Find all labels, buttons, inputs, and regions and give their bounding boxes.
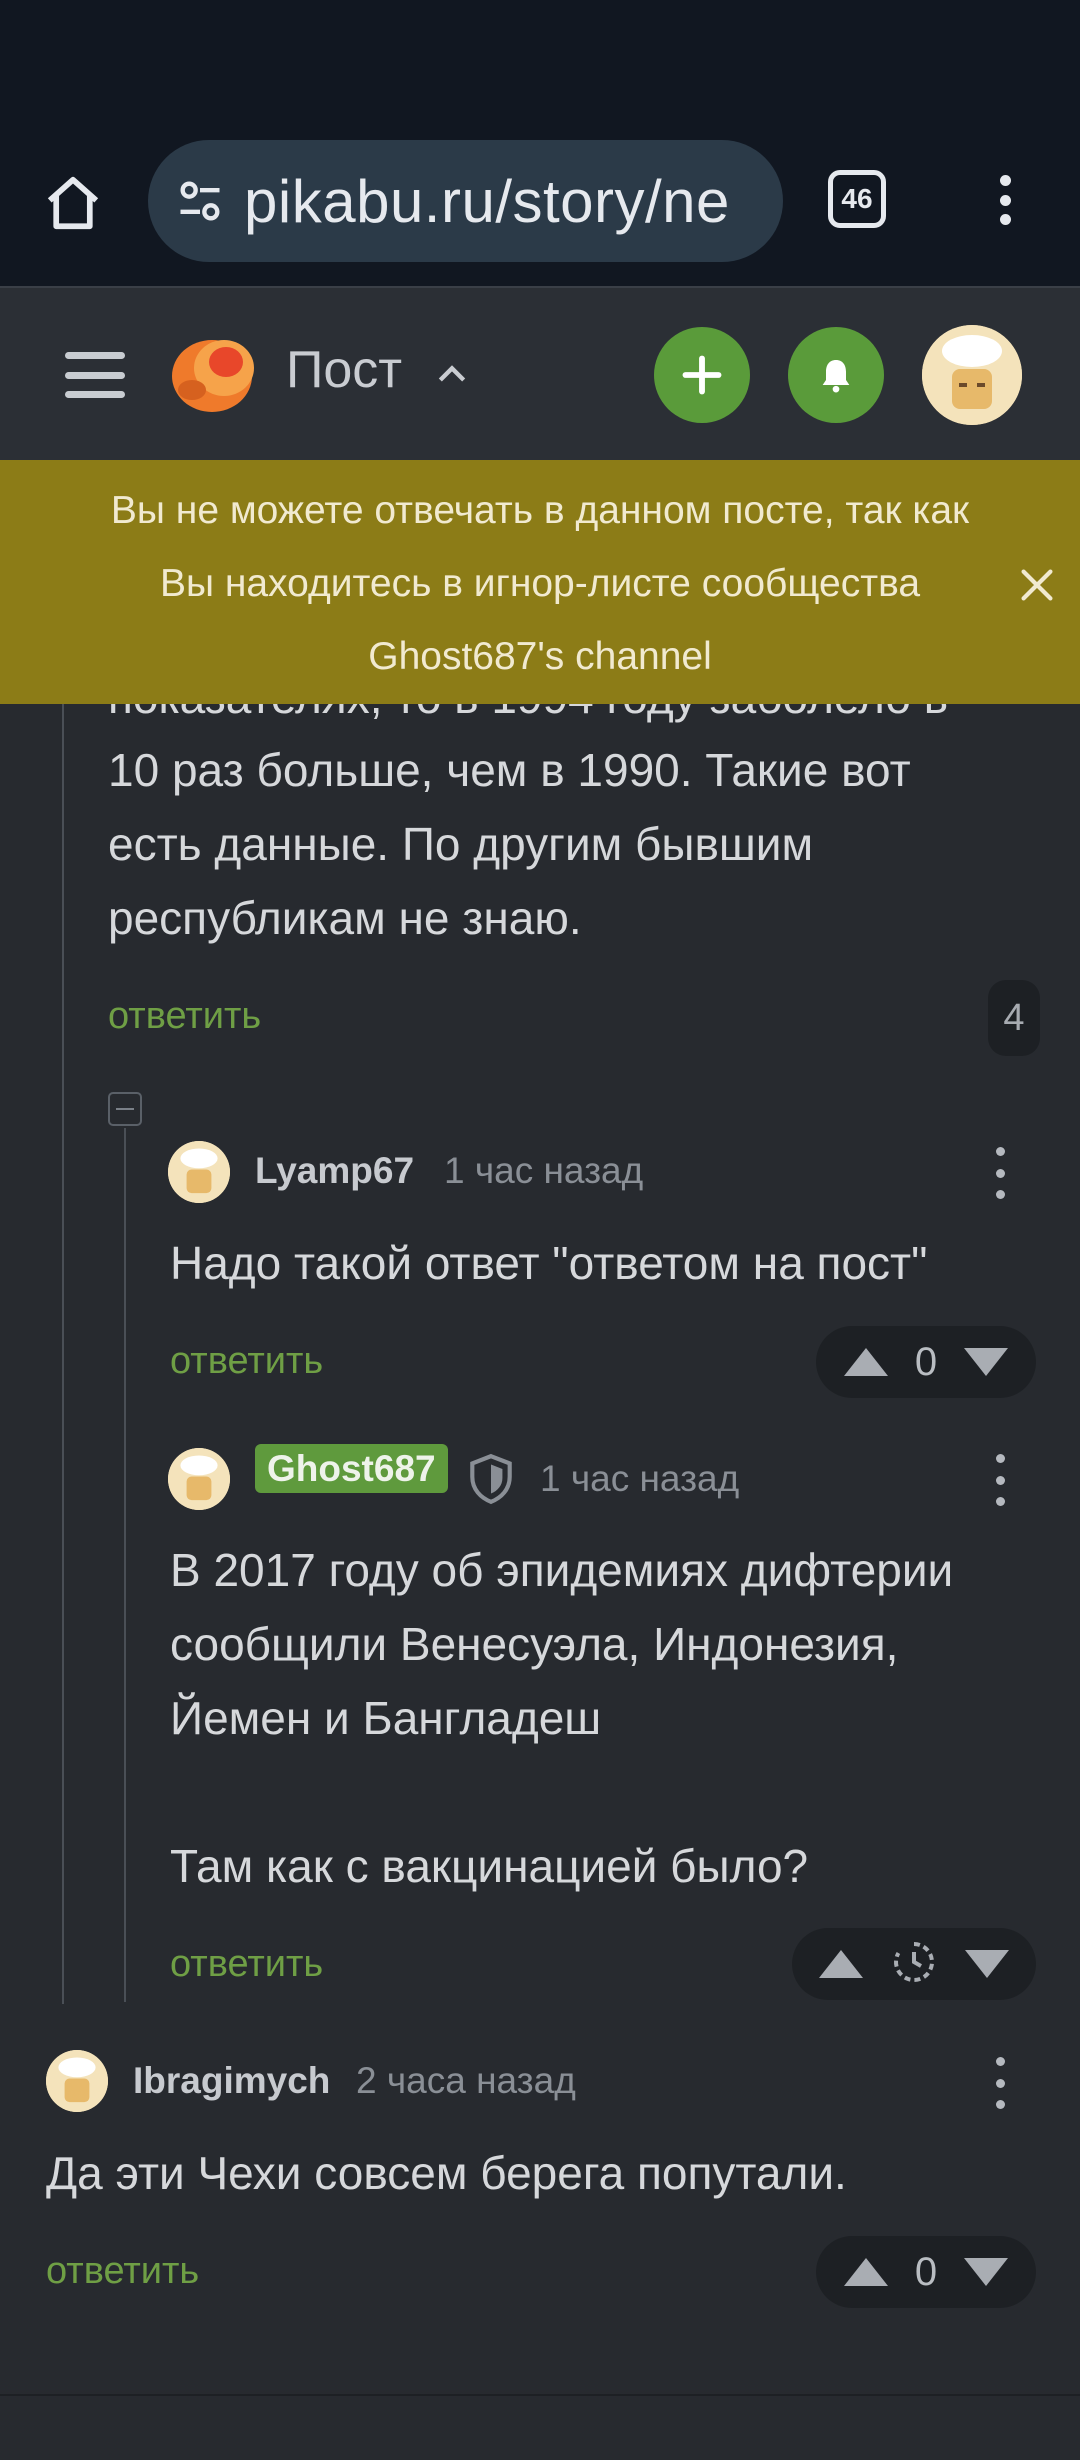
status-bar [0,0,1080,140]
comment-time[interactable]: 1 час назад [444,1150,643,1192]
browser-menu-button[interactable] [980,165,1030,235]
site-settings-icon[interactable] [170,175,230,227]
avatar[interactable] [168,1141,230,1203]
upvote-icon[interactable] [819,1950,864,1978]
avatar-icon [922,325,1022,425]
upvote-icon[interactable] [843,2258,888,2286]
chevron-up-icon[interactable] [432,355,472,395]
author-badge[interactable]: Ghost687 [255,1444,448,1493]
avatar[interactable] [46,2050,108,2112]
notifications-button[interactable] [788,327,884,423]
avatar-icon [168,1141,230,1203]
close-icon[interactable] [1014,562,1060,608]
home-icon [47,176,99,230]
section-divider [0,2394,1080,2396]
vote-control [792,1928,1036,2000]
comment-text-line1: В 2017 году об эпидемиях дифтерии [170,1544,954,1596]
comment-author[interactable]: Ibragimych [133,2060,330,2102]
comment-author: Ghost687 [255,1444,448,1493]
reply-button[interactable]: ответить [108,995,261,1038]
moderator-shield-icon [466,1452,516,1511]
comment-text-line3: Йемен и Бангладеш [170,1692,602,1744]
downvote-icon[interactable] [964,2258,1009,2286]
collapse-thread-button[interactable] [108,1092,142,1126]
comment-menu-button[interactable] [988,2053,1012,2113]
reply-button[interactable]: ответить [170,1340,323,1383]
comment-menu-button[interactable] [988,1143,1012,1203]
reply-button[interactable]: ответить [170,1943,323,1986]
thread-line-inner[interactable] [124,1128,126,2002]
rating-pending-icon [890,1938,938,1991]
comment-text-partial-line2: 10 раз больше, чем в 1990. Такие вот [108,744,911,796]
downvote-icon[interactable] [964,1950,1009,1978]
comment-text-partial-line3: есть данные. По другим бывшим [108,818,814,870]
downvote-icon[interactable] [964,1348,1009,1376]
comment-time[interactable]: 2 часа назад [356,2060,576,2102]
plus-icon [682,355,722,395]
comment-time[interactable]: 1 час назад [540,1458,739,1500]
hamburger-menu-button[interactable] [60,340,130,410]
address-bar[interactable]: pikabu.ru/story/ne [148,140,783,262]
replies-count-badge[interactable]: 4 [988,980,1040,1056]
avatar[interactable] [168,1448,230,1510]
comment-author[interactable]: Lyamp67 [255,1150,414,1192]
pikabu-logo-icon[interactable] [168,328,260,418]
avatar-icon [46,2050,108,2112]
home-button[interactable] [38,168,108,238]
page-title[interactable]: Пост [286,340,402,400]
rating-value: 0 [914,2249,938,2294]
bell-icon [822,360,850,393]
vote-control: 0 [816,1326,1036,1398]
comment-text: Надо такой ответ "ответом на пост" [170,1237,928,1289]
reply-button[interactable]: ответить [46,2250,199,2293]
upvote-icon[interactable] [843,1348,888,1376]
ignore-list-warning-banner: Вы не можете отвечать в данном посте, та… [0,460,1080,704]
comment-text-line2: сообщили Венесуэла, Индонезия, [170,1618,899,1670]
comment-text-partial-line4: республикам не знаю. [108,892,582,944]
vote-control: 0 [816,2236,1036,2308]
avatar-icon [168,1448,230,1510]
comment-text-line4: Там как с вакцинацией было? [170,1840,809,1892]
rating-value: 0 [914,1339,938,1384]
banner-text-line1: Вы не можете отвечать в данном посте, та… [110,489,970,532]
banner-text-line3: Ghost687's channel [368,635,712,678]
banner-text-line2: Вы находитесь в игнор-листе сообщества [159,562,921,605]
site-header [0,288,1080,460]
tab-switcher-button[interactable]: 46 [828,170,886,228]
comment-menu-button[interactable] [988,1450,1012,1510]
add-post-button[interactable] [654,327,750,423]
profile-avatar[interactable] [922,325,1022,425]
comment-text: Да эти Чехи совсем берега попутали. [46,2147,847,2199]
thread-line-outer [62,700,64,2004]
url-text: pikabu.ru/story/ne [244,167,730,235]
